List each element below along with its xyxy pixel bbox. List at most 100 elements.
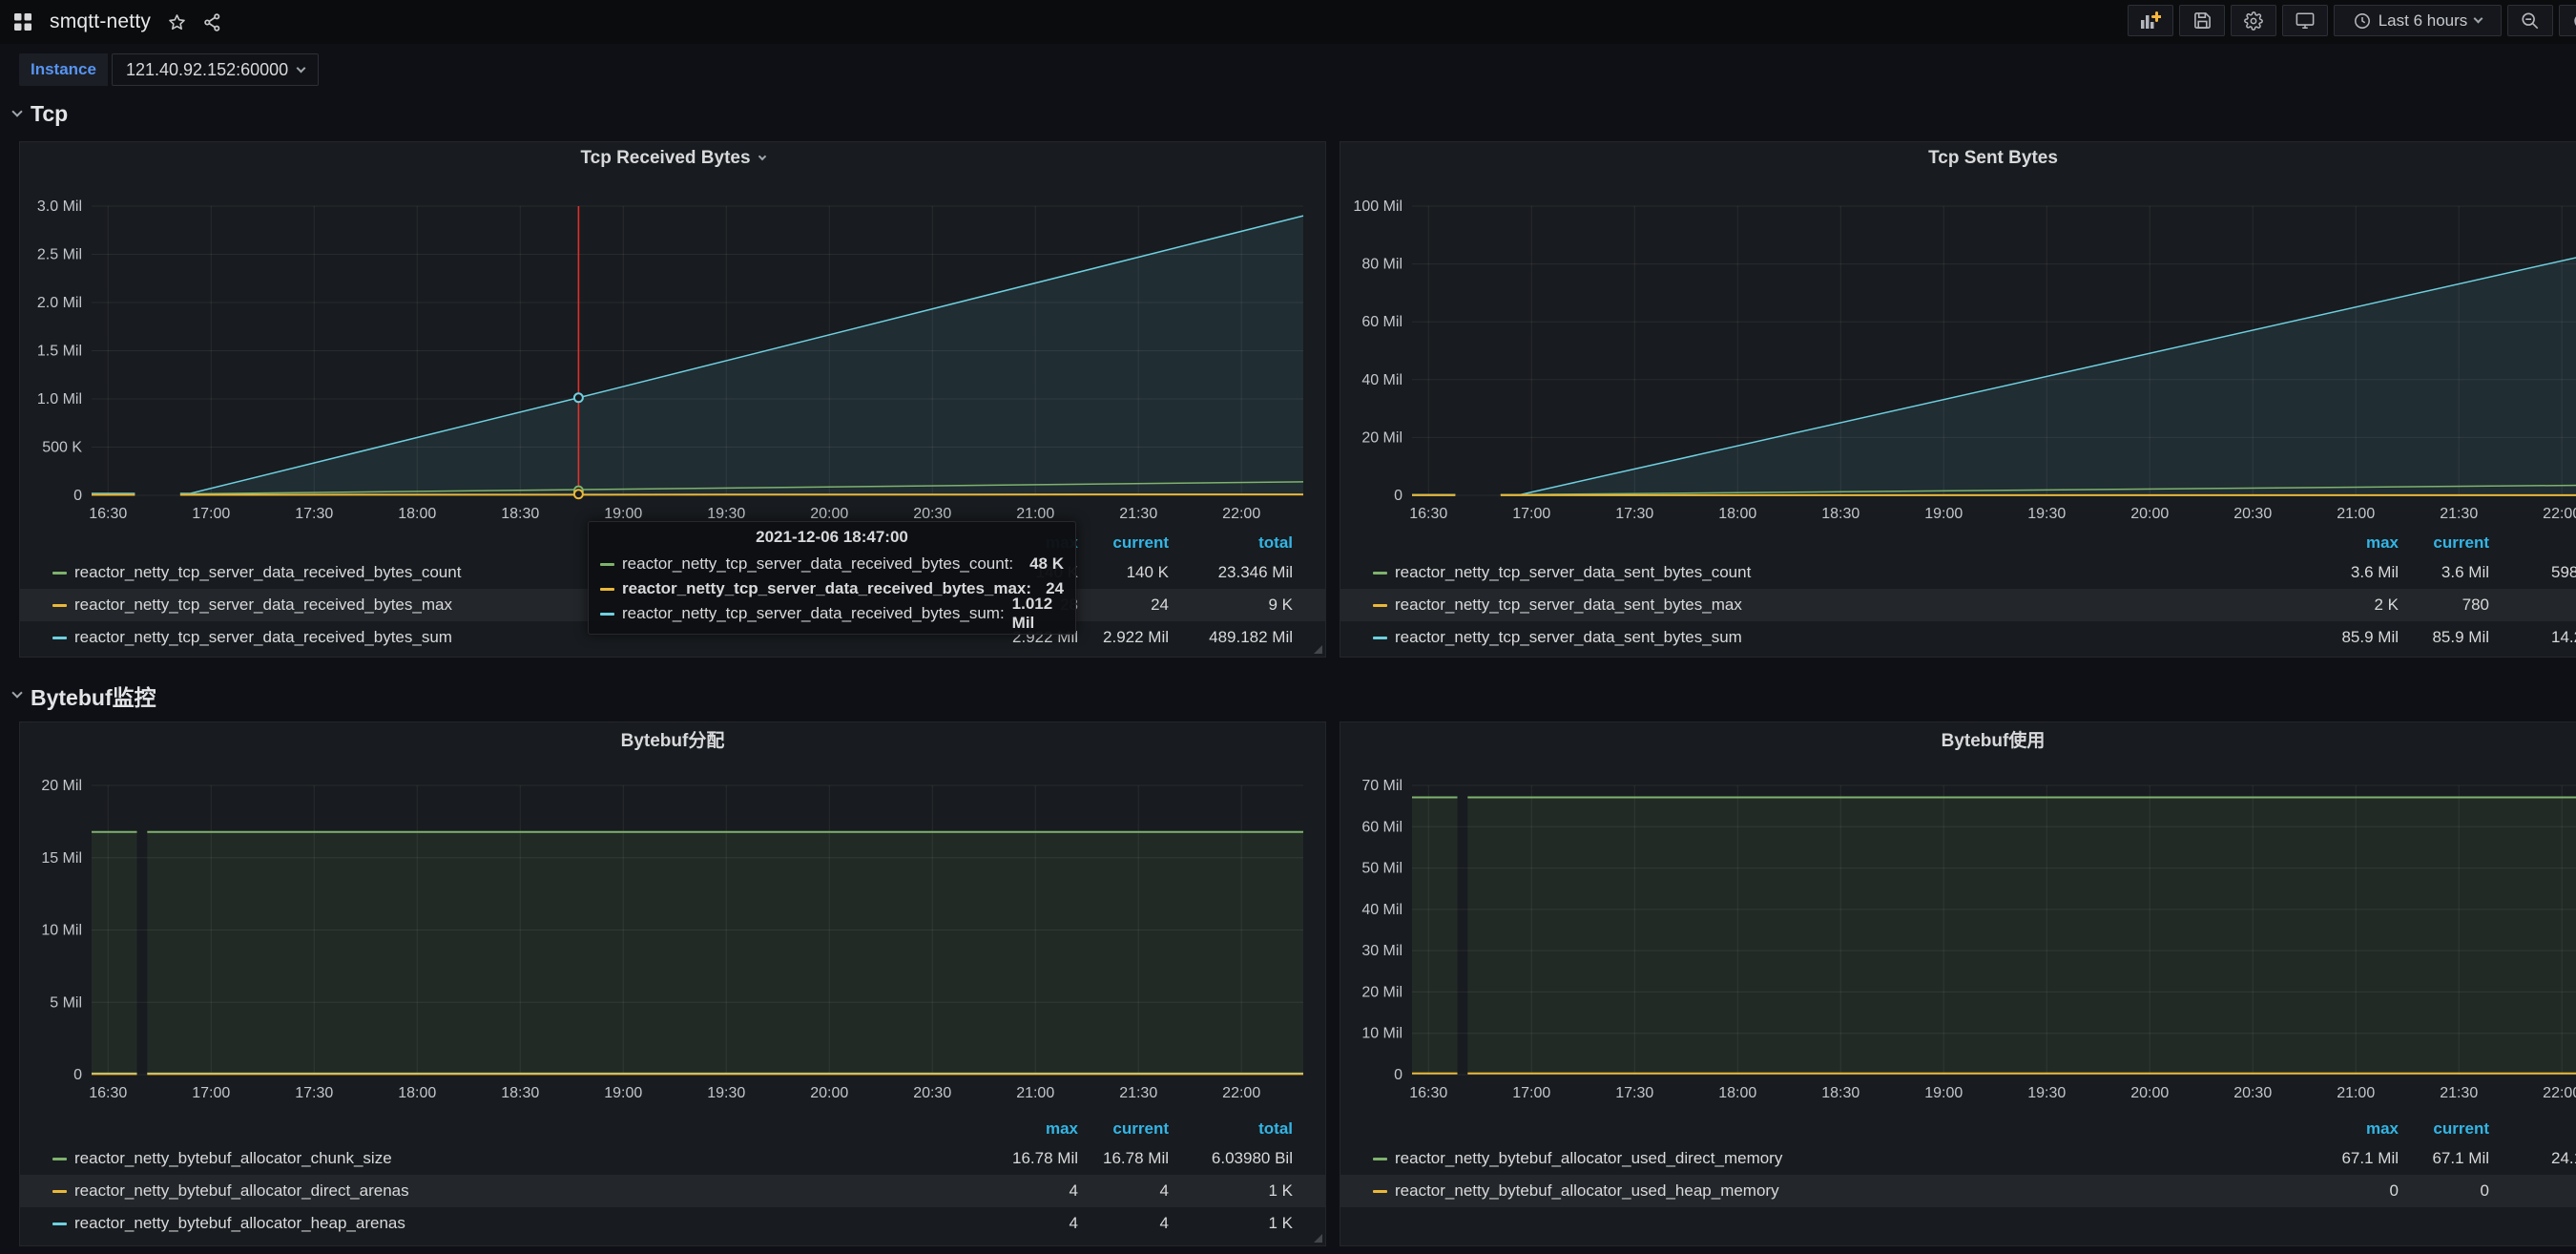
panel-title[interactable]: Bytebuf分配 <box>20 722 1325 755</box>
svg-text:17:00: 17:00 <box>1512 506 1550 522</box>
svg-text:40 Mil: 40 Mil <box>1361 372 1402 388</box>
legend-value-current: 67.1 Mil <box>2399 1149 2489 1168</box>
legend-row: reactor_netty_bytebuf_allocator_direct_a… <box>20 1175 1325 1207</box>
svg-text:21:00: 21:00 <box>2337 1085 2375 1101</box>
top-nav-bar: smqtt-netty Last 6 hours <box>0 0 2576 44</box>
svg-text:21:30: 21:30 <box>1119 506 1157 522</box>
legend-column-total[interactable]: total <box>2489 533 2576 553</box>
series-color-swatch <box>1373 637 1387 639</box>
svg-text:70 Mil: 70 Mil <box>1361 778 1402 794</box>
legend-column-total[interactable]: total <box>1169 533 1293 553</box>
dashboards-grid-icon[interactable] <box>13 12 32 31</box>
legend-series-toggle[interactable]: reactor_netty_tcp_server_data_sent_bytes… <box>1373 563 2284 582</box>
panel-title[interactable]: Tcp Received Bytes <box>20 142 1325 175</box>
legend-series-toggle[interactable]: reactor_netty_bytebuf_allocator_used_hea… <box>1373 1181 2284 1201</box>
svg-text:16:30: 16:30 <box>89 1085 127 1101</box>
svg-text:20 Mil: 20 Mil <box>1361 429 1402 446</box>
series-color-swatch <box>600 613 614 616</box>
series-color-swatch <box>1373 604 1387 607</box>
svg-text:20:30: 20:30 <box>2233 1085 2272 1101</box>
svg-text:50 Mil: 50 Mil <box>1361 861 1402 877</box>
save-dashboard-button[interactable] <box>2179 5 2225 36</box>
legend-series-toggle[interactable]: reactor_netty_bytebuf_allocator_heap_are… <box>52 1214 964 1233</box>
svg-text:16:30: 16:30 <box>89 506 127 522</box>
cycle-view-mode-button[interactable] <box>2282 5 2328 36</box>
svg-text:0: 0 <box>1394 488 1402 504</box>
svg-text:18:30: 18:30 <box>1821 506 1859 522</box>
legend-column-total[interactable]: total <box>2489 1119 2576 1139</box>
svg-text:0: 0 <box>1394 1067 1402 1083</box>
legend-series-toggle[interactable]: reactor_netty_tcp_server_data_sent_bytes… <box>1373 628 2284 647</box>
legend-column-current[interactable]: current <box>2399 1119 2489 1139</box>
legend-series-name: reactor_netty_bytebuf_allocator_used_hea… <box>1395 1181 1779 1201</box>
resize-handle[interactable] <box>1314 1234 1322 1243</box>
svg-text:19:30: 19:30 <box>2027 506 2066 522</box>
svg-text:10 Mil: 10 Mil <box>41 923 82 939</box>
legend-column-max[interactable]: max <box>2284 533 2399 553</box>
tooltip-row: reactor_netty_tcp_server_data_received_b… <box>600 552 1064 576</box>
svg-text:30 Mil: 30 Mil <box>1361 943 1402 959</box>
legend-value-max: 67.1 Mil <box>2284 1149 2399 1168</box>
time-range-picker[interactable]: Last 6 hours <box>2334 5 2502 36</box>
svg-text:60 Mil: 60 Mil <box>1361 819 1402 835</box>
tooltip-row: reactor_netty_tcp_server_data_received_b… <box>600 576 1064 601</box>
legend-series-toggle[interactable]: reactor_netty_bytebuf_allocator_direct_a… <box>52 1181 964 1201</box>
svg-text:22:00: 22:00 <box>1222 1085 1260 1101</box>
legend-series-name: reactor_netty_bytebuf_allocator_direct_a… <box>74 1181 409 1201</box>
series-color-swatch <box>1373 1158 1387 1160</box>
legend-row: reactor_netty_tcp_server_data_sent_bytes… <box>1340 621 2576 654</box>
legend-series-toggle[interactable]: reactor_netty_bytebuf_allocator_used_dir… <box>1373 1149 2284 1168</box>
legend-value-current: 4 <box>1078 1214 1169 1233</box>
tooltip-timestamp: 2021-12-06 18:47:00 <box>600 528 1064 552</box>
legend-column-max[interactable]: max <box>2284 1119 2399 1139</box>
svg-text:3.0 Mil: 3.0 Mil <box>37 199 82 215</box>
legend-table: maxcurrenttotal reactor_netty_tcp_server_… <box>1340 530 2576 654</box>
legend-column-current[interactable]: current <box>2399 533 2489 553</box>
series-color-swatch <box>1373 1190 1387 1193</box>
legend-column-current[interactable]: current <box>1078 1119 1169 1139</box>
refresh-button[interactable] <box>2559 5 2576 36</box>
variable-instance-dropdown[interactable]: 121.40.92.152:60000 <box>112 53 319 86</box>
chevron-down-icon <box>11 106 22 116</box>
section-row-tcp[interactable]: Tcp <box>13 101 68 127</box>
series-color-swatch <box>1373 572 1387 575</box>
svg-text:18:00: 18:00 <box>398 1085 436 1101</box>
svg-text:17:30: 17:30 <box>295 1085 333 1101</box>
legend-value-current: 140 K <box>1078 563 1169 582</box>
svg-text:1.0 Mil: 1.0 Mil <box>37 391 82 408</box>
svg-text:17:00: 17:00 <box>192 506 230 522</box>
legend-series-toggle[interactable]: reactor_netty_tcp_server_data_sent_bytes… <box>1373 596 2284 615</box>
section-row-bytebuf[interactable]: Bytebuf监控 <box>13 679 156 712</box>
legend-column-max[interactable]: max <box>964 1119 1078 1139</box>
series-color-swatch <box>52 1223 67 1225</box>
variable-instance-value: 121.40.92.152:60000 <box>126 60 288 80</box>
series-color-swatch <box>52 637 67 639</box>
chevron-down-icon <box>2474 14 2483 24</box>
legend-series-name: reactor_netty_tcp_server_data_sent_bytes… <box>1395 563 1751 582</box>
svg-text:16:30: 16:30 <box>1409 1085 1447 1101</box>
legend-column-total[interactable]: total <box>1169 1119 1293 1139</box>
svg-text:17:00: 17:00 <box>1512 1085 1550 1101</box>
legend-value-total: 6.03980 Bil <box>1169 1149 1293 1168</box>
chevron-down-icon <box>758 153 765 160</box>
tooltip-series-value: 48 K <box>1029 554 1064 574</box>
panel-bytebuf-alloc: Bytebuf分配 05 Mil10 Mil15 Mil20 Mil16:301… <box>19 721 1326 1246</box>
legend-value-max: 3.6 Mil <box>2284 563 2399 582</box>
zoom-out-button[interactable] <box>2507 5 2553 36</box>
star-icon[interactable] <box>168 13 186 31</box>
panel-title[interactable]: Bytebuf使用 <box>1340 722 2576 755</box>
legend-value-total: 598 <box>2489 563 2576 582</box>
svg-text:19:00: 19:00 <box>1924 506 1963 522</box>
dashboard-settings-button[interactable] <box>2231 5 2276 36</box>
svg-text:20:00: 20:00 <box>2130 1085 2169 1101</box>
legend-series-toggle[interactable]: reactor_netty_bytebuf_allocator_chunk_si… <box>52 1149 964 1168</box>
panel-title-text: Bytebuf使用 <box>1942 726 2046 752</box>
panel-title[interactable]: Tcp Sent Bytes <box>1340 142 2576 175</box>
svg-text:18:30: 18:30 <box>501 506 539 522</box>
share-icon[interactable] <box>203 13 221 31</box>
svg-text:18:30: 18:30 <box>1821 1085 1859 1101</box>
add-panel-button[interactable] <box>2128 5 2173 36</box>
resize-handle[interactable] <box>1314 645 1322 654</box>
legend-series-name: reactor_netty_tcp_server_data_sent_bytes… <box>1395 596 1742 615</box>
legend-column-current[interactable]: current <box>1078 533 1169 553</box>
